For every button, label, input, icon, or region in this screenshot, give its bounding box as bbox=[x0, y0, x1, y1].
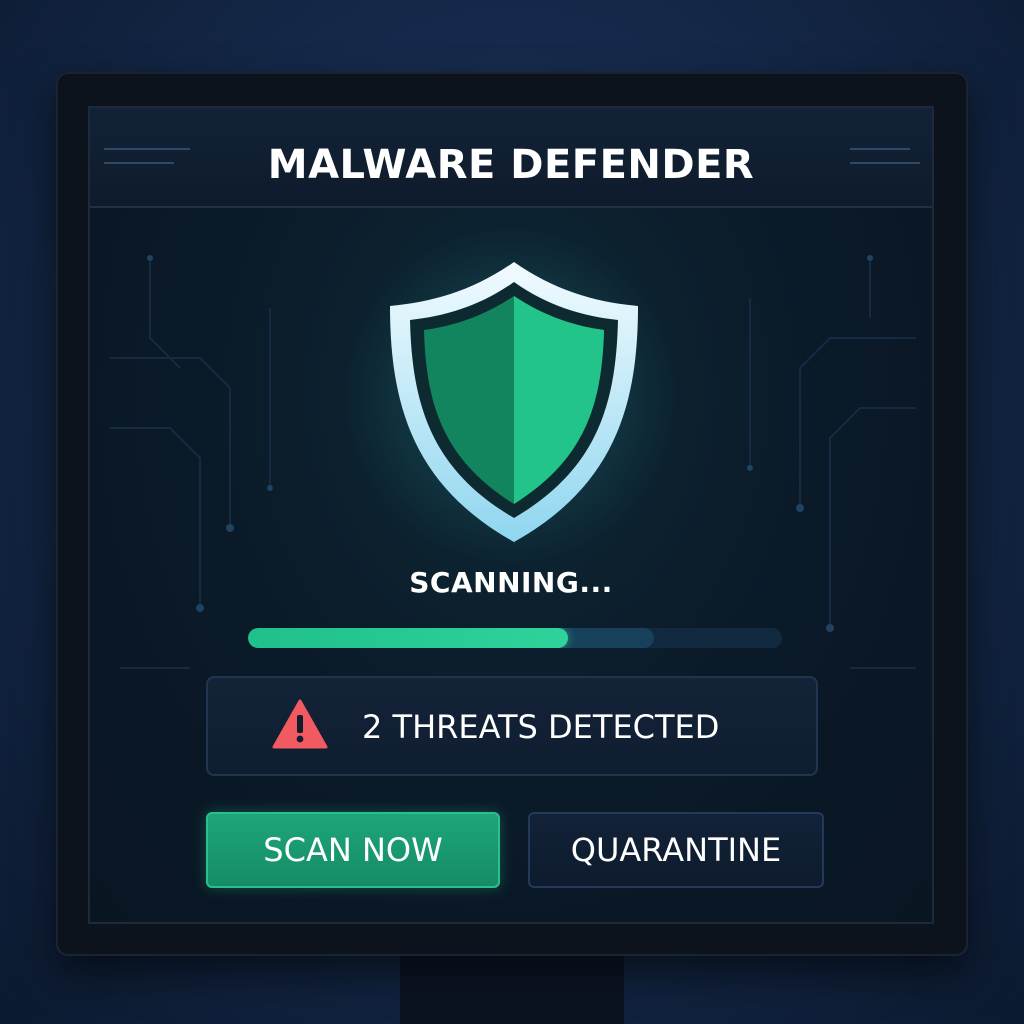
scan-now-button[interactable]: SCAN NOW bbox=[206, 812, 500, 888]
scan-status: SCANNING... bbox=[409, 566, 613, 599]
monitor-stand bbox=[400, 950, 624, 1024]
app-window: MALWARE DEFENDER SCANNING... 2 THREATS D… bbox=[88, 106, 934, 924]
progress-fill bbox=[248, 628, 569, 648]
threat-message: 2 THREATS DETECTED bbox=[362, 708, 720, 746]
scan-progress-bar bbox=[248, 628, 782, 648]
shield-icon bbox=[390, 262, 638, 542]
title-bar: MALWARE DEFENDER bbox=[90, 108, 932, 208]
warning-icon bbox=[272, 699, 328, 749]
app-title: MALWARE DEFENDER bbox=[267, 142, 755, 188]
titlebar-decoration-right bbox=[850, 148, 920, 176]
threat-alert-panel: 2 THREATS DETECTED bbox=[206, 676, 818, 776]
quarantine-button[interactable]: QUARANTINE bbox=[528, 812, 824, 888]
